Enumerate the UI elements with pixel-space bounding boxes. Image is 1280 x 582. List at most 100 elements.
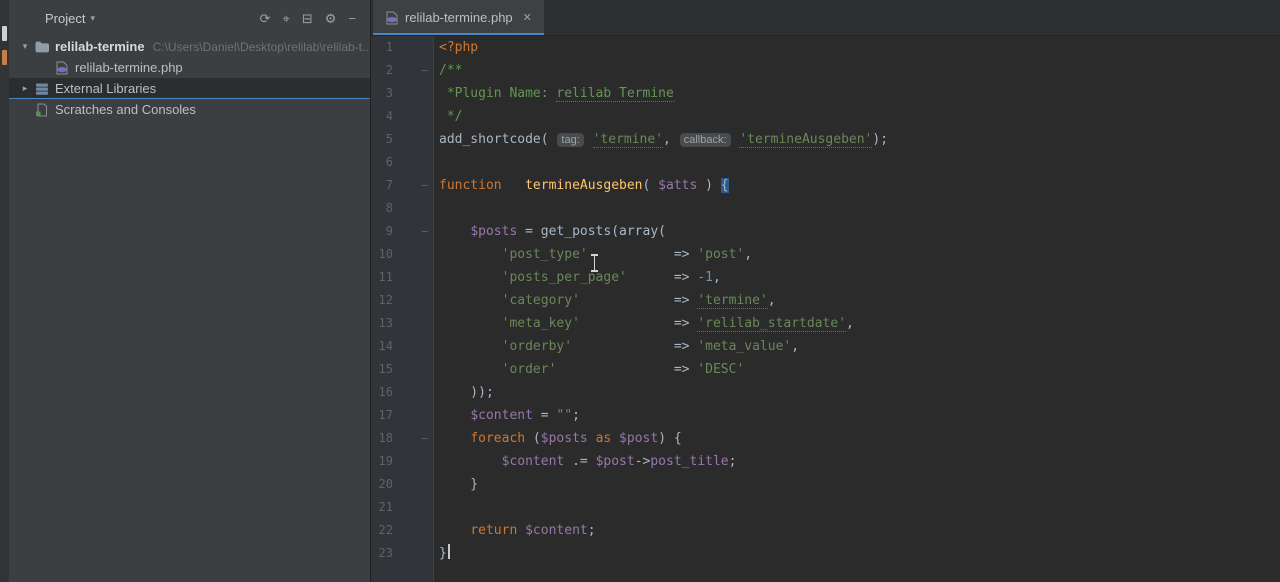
tree-item-label: relilab-termine: [55, 39, 145, 54]
line-number[interactable]: 13: [371, 312, 433, 335]
line-number[interactable]: 23: [371, 542, 433, 565]
code-token: -1: [697, 270, 713, 285]
code-line[interactable]: 12 'category' => 'termine',: [371, 289, 1280, 312]
tree-item-project-root[interactable]: ▾relilab-termineC:\Users\Daniel\Desktop\…: [9, 36, 370, 57]
code-token: 'orderby': [502, 339, 572, 354]
line-number[interactable]: 18−: [371, 427, 433, 450]
code-token: =: [533, 408, 556, 423]
tree-item-label: External Libraries: [55, 81, 156, 96]
line-number[interactable]: 5: [371, 128, 433, 151]
line-number[interactable]: 6: [371, 151, 433, 174]
code-line[interactable]: 7−function termineAusgeben( $atts ) {: [371, 174, 1280, 197]
line-number[interactable]: 15: [371, 358, 433, 381]
code-line[interactable]: 13 'meta_key' => 'relilab_startdate',: [371, 312, 1280, 335]
code-line[interactable]: 19 $content .= $post->post_title;: [371, 450, 1280, 473]
code-line[interactable]: 23}: [371, 542, 1280, 565]
line-number[interactable]: 1: [371, 36, 433, 59]
line-number[interactable]: 17: [371, 404, 433, 427]
line-number[interactable]: 16: [371, 381, 433, 404]
code-text: /**: [433, 59, 462, 82]
code-text: 'order' => 'DESC': [433, 358, 744, 381]
code-token: 'meta_value': [697, 339, 791, 354]
code-token: $content: [525, 523, 588, 538]
line-number[interactable]: 20: [371, 473, 433, 496]
line-number[interactable]: 3: [371, 82, 433, 105]
code-line[interactable]: 9− $posts = get_posts(array(: [371, 220, 1280, 243]
code-line[interactable]: 10 'post_type' => 'post',: [371, 243, 1280, 266]
code-line[interactable]: 14 'orderby' => 'meta_value',: [371, 335, 1280, 358]
fold-marker-icon[interactable]: −: [421, 59, 428, 82]
code-line[interactable]: 5add_shortcode( tag: 'termine', callback…: [371, 128, 1280, 151]
code-token: (: [525, 431, 541, 446]
code-token: [611, 431, 619, 446]
fold-marker-icon[interactable]: −: [421, 427, 428, 450]
collapse-all-icon[interactable]: ⊟: [302, 12, 313, 25]
tab-relilab-termine-php[interactable]: relilab-termine.php ✕: [373, 0, 544, 35]
code-line[interactable]: 21: [371, 496, 1280, 519]
line-number[interactable]: 22: [371, 519, 433, 542]
code-line[interactable]: 2−/**: [371, 59, 1280, 82]
tree-item-relilab-termine-php[interactable]: relilab-termine.php: [9, 57, 370, 78]
line-number[interactable]: 9−: [371, 220, 433, 243]
code-text: ));: [433, 381, 494, 404]
fold-marker-icon[interactable]: −: [421, 220, 428, 243]
chevron-down-icon[interactable]: ▾: [17, 41, 33, 52]
code-token: relilab Termine: [556, 86, 673, 102]
fold-marker-icon[interactable]: −: [421, 174, 428, 197]
code-token: [439, 339, 502, 354]
code-token: }: [439, 477, 478, 492]
code-token: 'category': [502, 293, 580, 308]
code-line[interactable]: 16 ));: [371, 381, 1280, 404]
tree-item-external-libraries[interactable]: ▸ External Libraries: [9, 78, 370, 99]
chevron-down-icon[interactable]: ▾: [90, 13, 95, 24]
locate-file-icon[interactable]: ⌖: [283, 12, 290, 25]
line-number[interactable]: 19: [371, 450, 433, 473]
code-token: callback:: [680, 133, 731, 147]
tree-item-label: Scratches and Consoles: [55, 102, 196, 117]
code-token: "": [556, 408, 572, 423]
code-token: [572, 339, 674, 354]
code-line[interactable]: 20 }: [371, 473, 1280, 496]
tab-label: relilab-termine.php: [405, 10, 513, 25]
code-line[interactable]: 11 'posts_per_page' => -1,: [371, 266, 1280, 289]
close-icon[interactable]: ✕: [523, 11, 532, 24]
code-line[interactable]: 4 */: [371, 105, 1280, 128]
code-token: get_posts(array(: [541, 224, 666, 239]
code-text: [433, 151, 439, 174]
code-line[interactable]: 17 $content = "";: [371, 404, 1280, 427]
code-text: 'posts_per_page' => -1,: [433, 266, 721, 289]
code-token: $atts: [658, 178, 697, 193]
code-line[interactable]: 8: [371, 197, 1280, 220]
settings-gear-icon[interactable]: ⚙: [325, 12, 337, 25]
project-stripe-button[interactable]: [2, 26, 7, 41]
code-line[interactable]: 6: [371, 151, 1280, 174]
tree-item-scratches-and-consoles[interactable]: Scratches and Consoles: [9, 99, 370, 120]
sync-icon[interactable]: ⟳: [260, 12, 271, 25]
code-editor[interactable]: 1<?php2−/**3 *Plugin Name: relilab Termi…: [371, 36, 1280, 582]
code-token: ;: [588, 523, 596, 538]
line-number[interactable]: 2−: [371, 59, 433, 82]
bookmarks-stripe-button[interactable]: [2, 50, 7, 65]
code-text: <?php: [433, 36, 478, 59]
code-line[interactable]: 3 *Plugin Name: relilab Termine: [371, 82, 1280, 105]
hide-panel-icon[interactable]: −: [348, 12, 356, 25]
line-number[interactable]: 10: [371, 243, 433, 266]
chevron-right-icon[interactable]: ▸: [17, 83, 33, 94]
code-token: ,: [663, 132, 679, 147]
code-token: 'termine': [697, 293, 767, 309]
line-number[interactable]: 14: [371, 335, 433, 358]
code-line[interactable]: 22 return $content;: [371, 519, 1280, 542]
project-tree: ▾relilab-termineC:\Users\Daniel\Desktop\…: [9, 36, 370, 120]
code-line[interactable]: 18− foreach ($posts as $post) {: [371, 427, 1280, 450]
project-panel-title[interactable]: Project: [45, 11, 85, 26]
code-line[interactable]: 15 'order' => 'DESC': [371, 358, 1280, 381]
code-token: 'posts_per_page': [502, 270, 627, 285]
code-line[interactable]: 1<?php: [371, 36, 1280, 59]
line-number[interactable]: 8: [371, 197, 433, 220]
line-number[interactable]: 4: [371, 105, 433, 128]
line-number[interactable]: 12: [371, 289, 433, 312]
line-number[interactable]: 11: [371, 266, 433, 289]
line-number[interactable]: 7−: [371, 174, 433, 197]
line-number[interactable]: 21: [371, 496, 433, 519]
code-token: [439, 247, 502, 262]
